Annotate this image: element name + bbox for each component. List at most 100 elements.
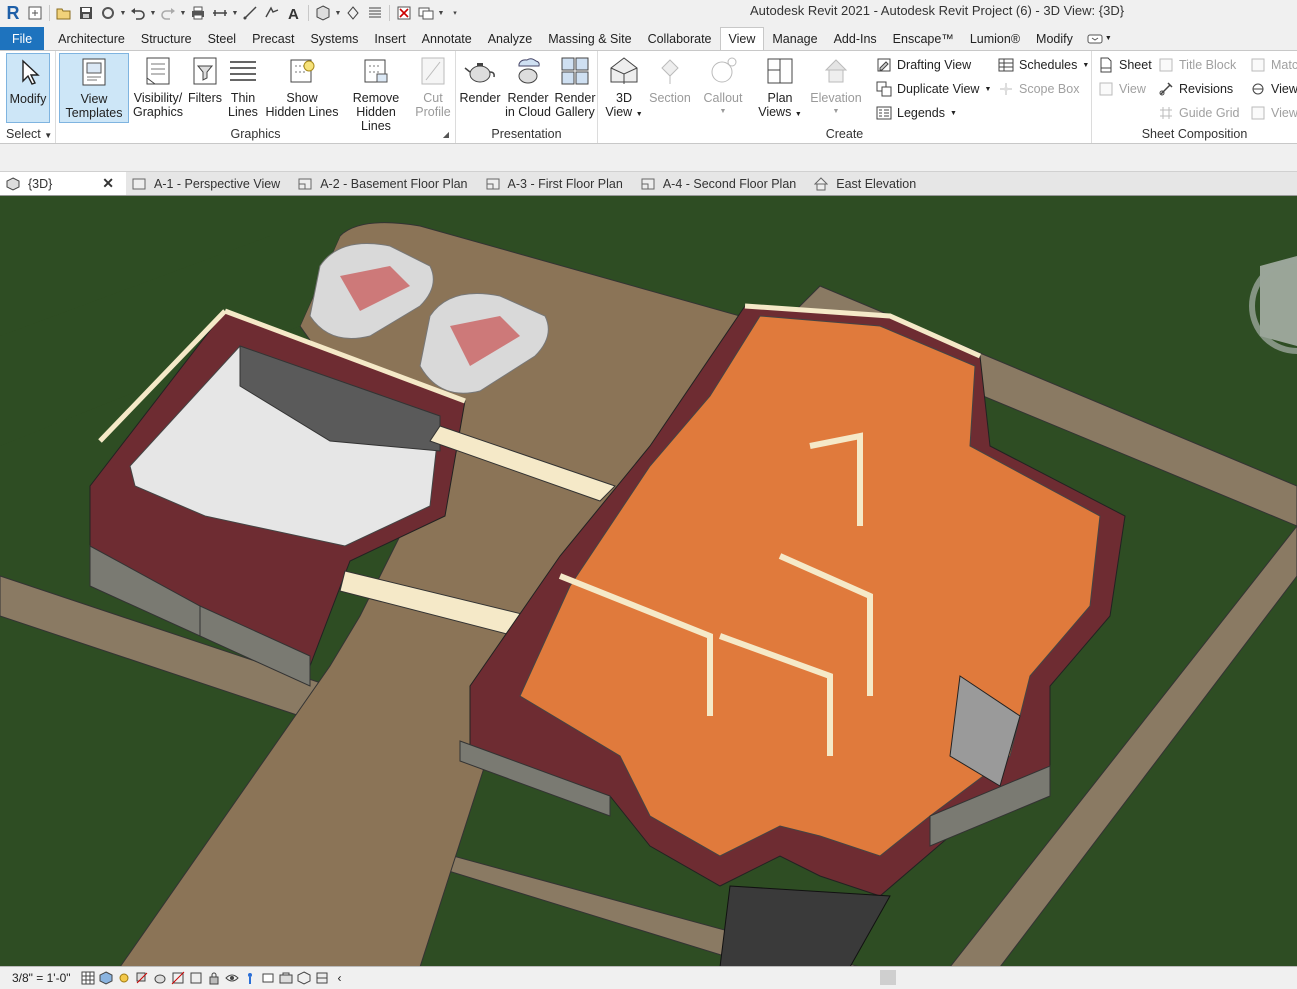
show-analytical-model-icon[interactable] bbox=[295, 969, 313, 987]
close-icon[interactable]: ✕ bbox=[102, 175, 114, 192]
view-scale[interactable]: 3/8" = 1'-0" bbox=[0, 971, 79, 985]
shadows-icon[interactable] bbox=[133, 969, 151, 987]
guide-grid-button[interactable]: Guide Grid bbox=[1158, 103, 1239, 123]
chevron-left-icon[interactable]: ‹ bbox=[331, 969, 349, 987]
select-dropdown[interactable]: Select ▼ bbox=[0, 127, 55, 141]
visual-style-icon[interactable] bbox=[97, 969, 115, 987]
temporary-hide-icon[interactable] bbox=[223, 969, 241, 987]
schedules-button[interactable]: Schedules ▼ bbox=[998, 55, 1089, 75]
scope-box-button[interactable]: Scope Box bbox=[998, 79, 1079, 99]
3d-view-button[interactable]: 3D View ▼ bbox=[604, 53, 644, 122]
ribbon-tabs: File Architecture Structure Steel Precas… bbox=[0, 27, 1297, 50]
view-tab-3d[interactable]: {3D} ✕ bbox=[0, 171, 126, 196]
tab-precast[interactable]: Precast bbox=[244, 27, 302, 50]
redo-icon[interactable] bbox=[157, 2, 179, 24]
tab-architecture[interactable]: Architecture bbox=[50, 27, 133, 50]
switch-windows-icon[interactable] bbox=[415, 2, 437, 24]
undo-icon[interactable] bbox=[127, 2, 149, 24]
elevation-button[interactable]: Elevation ▼ bbox=[808, 53, 864, 119]
thin-lines-button[interactable]: Thin Lines bbox=[226, 53, 260, 119]
view-tab-second-floor-plan[interactable]: A-4 - Second Floor Plan bbox=[635, 172, 808, 196]
default-3d-view-icon[interactable] bbox=[312, 2, 334, 24]
3d-viewport[interactable] bbox=[0, 195, 1297, 966]
temporary-view-properties-icon[interactable] bbox=[259, 969, 277, 987]
callout-button[interactable]: Callout ▼ bbox=[698, 53, 748, 119]
tab-systems[interactable]: Systems bbox=[302, 27, 366, 50]
thin-lines-icon[interactable] bbox=[364, 2, 386, 24]
show-crop-region-icon[interactable] bbox=[187, 969, 205, 987]
ribbon-minimize-toggle[interactable]: ▼ bbox=[1087, 33, 1112, 45]
view-tab-perspective[interactable]: A-1 - Perspective View bbox=[126, 172, 292, 196]
revisions-button[interactable]: Revisions bbox=[1158, 79, 1233, 99]
tab-lumion[interactable]: Lumion® bbox=[962, 27, 1028, 50]
tab-enscape[interactable]: Enscape™ bbox=[885, 27, 962, 50]
view-placement-button[interactable]: View bbox=[1098, 79, 1146, 99]
tab-manage[interactable]: Manage bbox=[764, 27, 825, 50]
title-block-button[interactable]: Title Block bbox=[1158, 55, 1236, 75]
tab-structure[interactable]: Structure bbox=[133, 27, 200, 50]
legends-button[interactable]: Legends ▼ bbox=[876, 103, 957, 123]
render-in-cloud-button[interactable]: Render in Cloud bbox=[504, 53, 552, 119]
crop-view-icon[interactable] bbox=[169, 969, 187, 987]
view-reference-button[interactable]: View bbox=[1250, 79, 1297, 99]
visibility-graphics-button[interactable]: Visibility/ Graphics bbox=[133, 53, 183, 119]
sheet-button[interactable]: Sheet bbox=[1098, 55, 1152, 75]
view-templates-button[interactable]: View Templates bbox=[59, 53, 129, 123]
open-icon[interactable] bbox=[53, 2, 75, 24]
section-icon[interactable] bbox=[342, 2, 364, 24]
tab-analyze[interactable]: Analyze bbox=[480, 27, 540, 50]
tab-massing-site[interactable]: Massing & Site bbox=[540, 27, 639, 50]
chevron-down-icon[interactable]: ▼ bbox=[437, 10, 445, 17]
render-button[interactable]: Render bbox=[460, 53, 501, 105]
measure-icon[interactable] bbox=[209, 2, 231, 24]
chevron-down-icon[interactable]: ▼ bbox=[179, 10, 187, 17]
dialog-launcher-icon[interactable]: ◢ bbox=[443, 130, 449, 139]
tab-collaborate[interactable]: Collaborate bbox=[640, 27, 720, 50]
show-hidden-lines-button[interactable]: Show Hidden Lines bbox=[264, 53, 340, 119]
tab-insert[interactable]: Insert bbox=[366, 27, 413, 50]
tab-view[interactable]: View bbox=[719, 27, 765, 50]
sync-icon[interactable] bbox=[97, 2, 119, 24]
tab-file[interactable]: File bbox=[0, 27, 45, 50]
home-icon[interactable] bbox=[24, 2, 46, 24]
text-icon[interactable]: A bbox=[283, 2, 305, 24]
match-button[interactable]: Matc bbox=[1250, 55, 1297, 75]
worksharing-display-icon[interactable] bbox=[277, 969, 295, 987]
customize-toolbar-icon[interactable]: ▾ bbox=[451, 9, 459, 17]
tab-add-ins[interactable]: Add-Ins bbox=[826, 27, 885, 50]
filters-button[interactable]: Filters bbox=[185, 53, 225, 105]
chevron-down-icon[interactable]: ▼ bbox=[334, 10, 342, 17]
view-tab-basement-floor-plan[interactable]: A-2 - Basement Floor Plan bbox=[292, 172, 479, 196]
viewports-button[interactable]: Viewp bbox=[1250, 103, 1297, 123]
save-icon[interactable] bbox=[75, 2, 97, 24]
render-gallery-button[interactable]: Render Gallery bbox=[554, 53, 596, 119]
drafting-view-button[interactable]: Drafting View bbox=[876, 55, 971, 75]
duplicate-view-button[interactable]: Duplicate View ▼ bbox=[876, 79, 991, 99]
sun-path-icon[interactable] bbox=[115, 969, 133, 987]
highlight-displacement-icon[interactable] bbox=[313, 969, 331, 987]
close-hidden-icon[interactable] bbox=[393, 2, 415, 24]
view-tab-first-floor-plan[interactable]: A-3 - First Floor Plan bbox=[480, 172, 635, 196]
chevron-down-icon[interactable]: ▼ bbox=[119, 10, 127, 17]
plan-views-button[interactable]: Plan Views ▼ bbox=[756, 53, 804, 122]
horizontal-scrollbar[interactable] bbox=[880, 970, 896, 985]
chevron-down-icon[interactable]: ▼ bbox=[231, 10, 239, 17]
tab-modify[interactable]: Modify bbox=[1028, 27, 1081, 50]
tag-icon[interactable] bbox=[261, 2, 283, 24]
cut-profile-button[interactable]: Cut Profile bbox=[414, 53, 452, 119]
aligned-dimension-icon[interactable] bbox=[239, 2, 261, 24]
scope-box-label: Scope Box bbox=[1019, 82, 1080, 96]
detail-level-icon[interactable] bbox=[79, 969, 97, 987]
section-button[interactable]: Section bbox=[646, 53, 694, 105]
view-tab-east-elevation[interactable]: East Elevation bbox=[808, 172, 928, 196]
modify-button[interactable]: Modify bbox=[6, 53, 50, 123]
revit-logo-icon[interactable]: R bbox=[2, 2, 24, 24]
remove-hidden-lines-button[interactable]: Remove Hidden Lines bbox=[340, 53, 412, 133]
rendering-dialog-icon[interactable] bbox=[151, 969, 169, 987]
tab-steel[interactable]: Steel bbox=[200, 27, 245, 50]
tab-annotate[interactable]: Annotate bbox=[414, 27, 480, 50]
print-icon[interactable] bbox=[187, 2, 209, 24]
reveal-hidden-icon[interactable] bbox=[241, 969, 259, 987]
chevron-down-icon[interactable]: ▼ bbox=[149, 10, 157, 17]
lock-3d-view-icon[interactable] bbox=[205, 969, 223, 987]
